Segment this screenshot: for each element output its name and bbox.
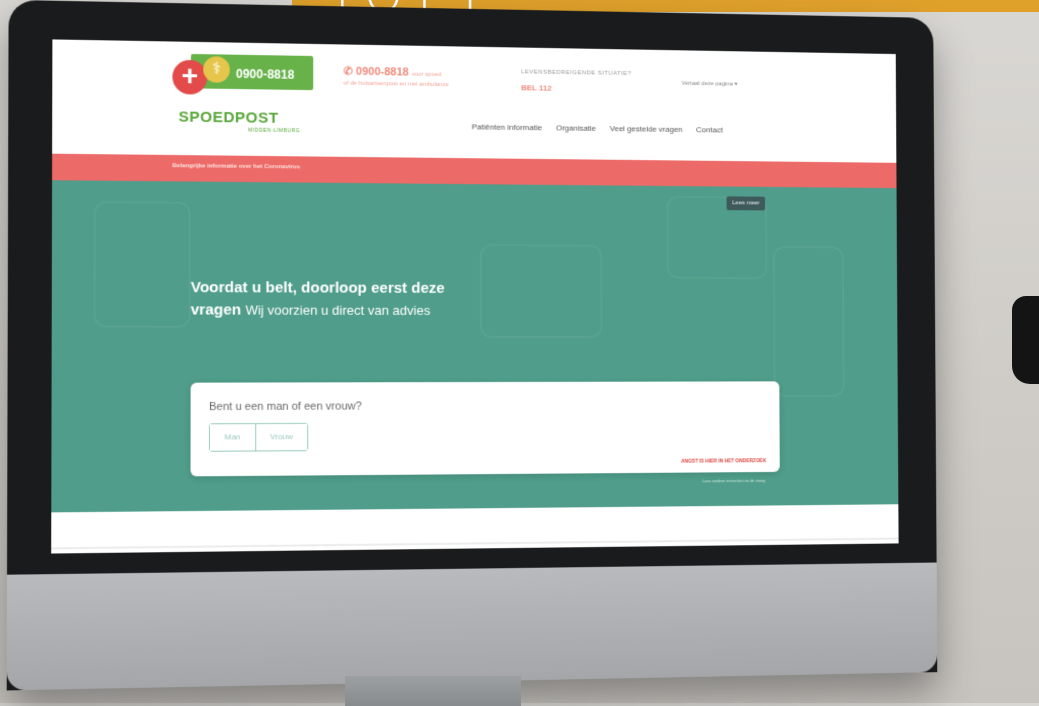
header-phone-subtext: of de huisartsenpost en niet ambulance (344, 81, 449, 89)
under-card-note: Lees verdere instructies na de vraag (703, 478, 766, 483)
nav-item-contact[interactable]: Contact (696, 125, 723, 134)
hero-title-bold-2: vragen (191, 301, 241, 318)
question-text: Bent u een man of een vrouw? (209, 400, 362, 413)
gender-choice-group: Man Vrouw (209, 423, 308, 452)
monitor-stand (345, 676, 521, 706)
nav-item-faq[interactable]: Veel gestelde vragen (610, 124, 683, 134)
footer-divider (51, 538, 898, 550)
chevron-down-icon: ▾ (734, 82, 737, 88)
medical-cross-icon: + (172, 60, 207, 95)
brand-subtitle: MIDDEN-LIMBURG (248, 128, 300, 135)
brand-name: SPOEDPOST (179, 108, 279, 126)
hero-title: Voordat u belt, doorloop eerst deze vrag… (191, 277, 514, 322)
emergency-number[interactable]: BEL 112 (521, 83, 552, 92)
side-object (1012, 296, 1039, 384)
hero-section: Voordat u belt, doorloop eerst deze vrag… (51, 180, 898, 512)
background-illustration (93, 201, 190, 328)
nav-item-patient-info[interactable]: Patiënten informatie (472, 122, 542, 132)
caduceus-icon: ⚕ (203, 56, 230, 83)
monitor-chin (7, 563, 938, 691)
site-logo[interactable]: + ⚕ 0900-8818 (172, 52, 315, 103)
language-label: Vertaal deze pagina (682, 81, 733, 88)
header-phone[interactable]: ✆ 0900-8818 voor spoed (343, 65, 441, 80)
background-illustration (773, 246, 845, 397)
hero-title-bold-1: Voordat u belt, doorloop eerst deze (191, 279, 445, 297)
main-nav: Patiënten informatie Organisatie Veel ge… (472, 122, 723, 134)
option-man-button[interactable]: Man (210, 424, 255, 451)
phone-icon: ✆ (343, 66, 355, 78)
card-link[interactable]: ANGST IS HIER IN HET ONDERZOEK (681, 458, 766, 465)
nav-item-organisation[interactable]: Organisatie (556, 123, 596, 132)
imac-monitor: + ⚕ 0900-8818 SPOEDPOST MIDDEN-LIMBURG ✆… (7, 0, 938, 690)
language-selector[interactable]: Vertaal deze pagina ▾ (682, 80, 738, 88)
logo-phone-number: 0900-8818 (236, 67, 294, 82)
option-vrouw-button[interactable]: Vrouw (255, 424, 307, 451)
browser-screen: + ⚕ 0900-8818 SPOEDPOST MIDDEN-LIMBURG ✆… (51, 39, 898, 553)
hero-title-light: Wij voorzien u direct van advies (245, 302, 430, 317)
header-phone-note: voor spoed (412, 72, 442, 78)
life-threatening-label: LEVENSBEDREIGENDE SITUATIE? (521, 69, 631, 77)
header-phone-number: 0900-8818 (356, 66, 409, 79)
read-more-button[interactable]: Lees meer (727, 196, 766, 210)
site-header: + ⚕ 0900-8818 SPOEDPOST MIDDEN-LIMBURG ✆… (52, 39, 896, 162)
alert-text[interactable]: Belangrijke informatie over het Coronavi… (172, 163, 300, 170)
question-card: Bent u een man of een vrouw? Man Vrouw A… (191, 381, 780, 476)
